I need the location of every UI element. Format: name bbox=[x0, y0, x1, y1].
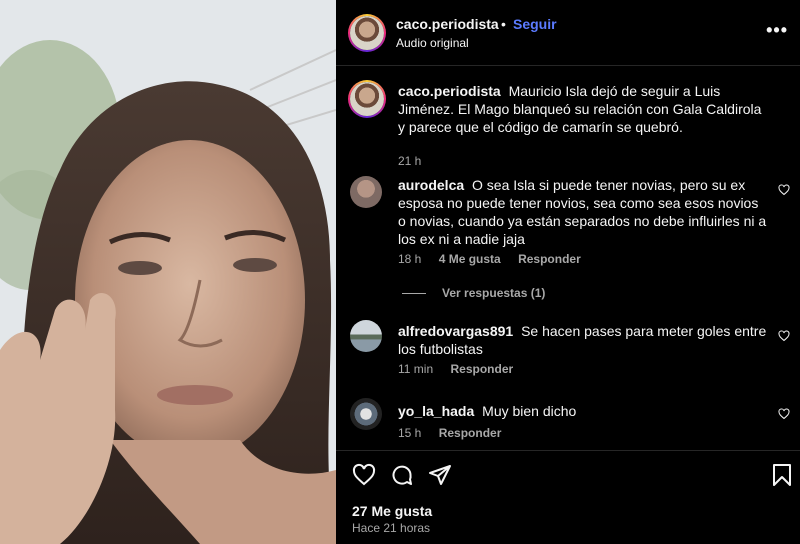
caption-meta: 21 h bbox=[398, 154, 435, 168]
comment-username[interactable]: alfredovargas891 bbox=[398, 323, 513, 339]
comment-avatar[interactable] bbox=[350, 176, 382, 208]
comment-avatar[interactable] bbox=[350, 398, 382, 430]
comment-text-block: yo_la_hada Muy bien dicho bbox=[398, 402, 768, 420]
post-panel: caco.periodista • Seguir Audio original … bbox=[336, 0, 800, 544]
follow-button[interactable]: Seguir bbox=[513, 16, 557, 32]
caption-time[interactable]: 21 h bbox=[398, 154, 421, 168]
comment-meta: 11 min Responder bbox=[398, 362, 527, 376]
view-replies-button[interactable]: Ver respuestas (1) bbox=[402, 286, 545, 300]
comment-time[interactable]: 15 h bbox=[398, 426, 421, 440]
audio-label[interactable]: Audio original bbox=[396, 36, 469, 50]
caption-avatar[interactable] bbox=[348, 80, 386, 118]
reply-button[interactable]: Responder bbox=[518, 252, 581, 266]
comment-text-block: alfredovargas891 Se hacen pases para met… bbox=[398, 322, 768, 358]
comment-text: Muy bien dicho bbox=[482, 403, 577, 419]
like-heart-icon[interactable] bbox=[352, 463, 376, 487]
comments-list[interactable]: caco.periodista Mauricio Isla dejó de se… bbox=[336, 66, 800, 450]
like-comment-heart-icon[interactable] bbox=[778, 330, 790, 342]
comment-username[interactable]: yo_la_hada bbox=[398, 403, 474, 419]
post-media[interactable] bbox=[0, 0, 336, 544]
comment-bubble-icon[interactable] bbox=[390, 463, 414, 487]
replies-line bbox=[402, 293, 426, 295]
comment-likes[interactable]: 4 Me gusta bbox=[439, 252, 501, 266]
post-likes-count[interactable]: 27 Me gusta bbox=[352, 503, 432, 519]
comment-meta: 15 h Responder bbox=[398, 426, 515, 440]
separator-dot: • bbox=[501, 16, 506, 32]
caption-text-block: caco.periodista Mauricio Isla dejó de se… bbox=[398, 82, 768, 136]
share-send-icon[interactable] bbox=[428, 463, 452, 487]
post-photo bbox=[0, 0, 336, 544]
more-options-icon[interactable]: ••• bbox=[766, 20, 788, 41]
author-username[interactable]: caco.periodista bbox=[396, 16, 499, 32]
reply-button[interactable]: Responder bbox=[450, 362, 513, 376]
post-header: caco.periodista • Seguir Audio original … bbox=[336, 0, 800, 66]
comment-time[interactable]: 18 h bbox=[398, 252, 421, 266]
post-time[interactable]: Hace 21 horas bbox=[352, 521, 430, 535]
view-replies-label: Ver respuestas (1) bbox=[442, 286, 546, 300]
comment-avatar[interactable] bbox=[350, 320, 382, 352]
comment-time[interactable]: 11 min bbox=[398, 362, 433, 376]
comment-text-block: aurodelca O sea Isla si puede tener novi… bbox=[398, 176, 768, 248]
post-actions: 27 Me gusta Hace 21 horas bbox=[336, 450, 800, 544]
comment-username[interactable]: aurodelca bbox=[398, 177, 464, 193]
comment-meta: 18 h 4 Me gusta Responder bbox=[398, 252, 595, 266]
like-comment-heart-icon[interactable] bbox=[778, 184, 790, 196]
reply-button[interactable]: Responder bbox=[439, 426, 502, 440]
author-avatar[interactable] bbox=[348, 14, 386, 52]
save-bookmark-icon[interactable] bbox=[772, 463, 792, 487]
caption-username[interactable]: caco.periodista bbox=[398, 83, 501, 99]
like-comment-heart-icon[interactable] bbox=[778, 408, 790, 420]
